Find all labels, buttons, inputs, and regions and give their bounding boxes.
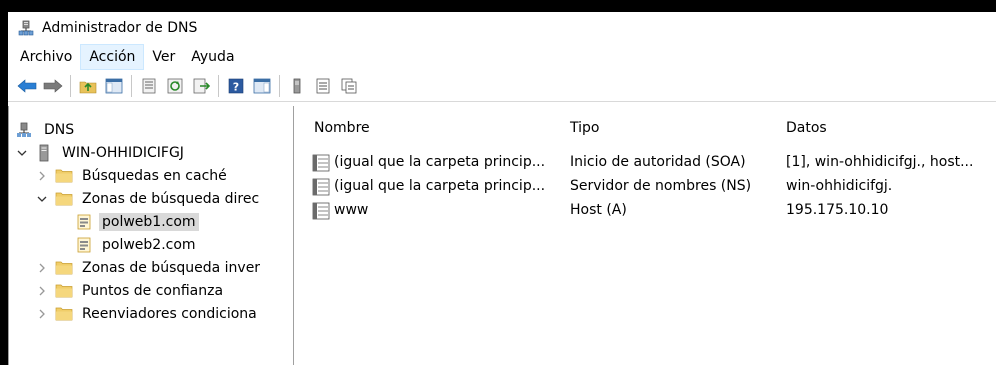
tree-item-server[interactable]: WIN-OHHIDICIFGJ [9, 141, 293, 164]
tree-label: polweb2.com [102, 236, 196, 253]
properties-button[interactable] [138, 75, 160, 97]
window-title: Administrador de DNS [42, 20, 198, 36]
tree-item-trust-points[interactable]: Puntos de confianza [9, 279, 293, 302]
tree-label: DNS [44, 121, 75, 138]
table-row[interactable]: www Host (A) 195.175.10.10 [294, 200, 996, 222]
tree-label: Zonas de búsqueda inver [82, 259, 261, 276]
help-icon: ? [228, 78, 244, 93]
chevron-right-icon[interactable] [35, 307, 49, 321]
copy-records-button[interactable] [338, 75, 360, 97]
tree-label: Reenviadores condiciona [82, 305, 257, 322]
action-pane-icon [253, 78, 271, 93]
toolbar-separator [131, 74, 132, 97]
tree-label: Puntos de confianza [82, 282, 224, 299]
cell-nombre: (igual que la carpeta princip... [334, 178, 546, 194]
tree-item-forward-zones[interactable]: Zonas de búsqueda direc [9, 187, 293, 210]
dns-manager-window: Administrador de DNS Archivo Acción Ver … [8, 12, 996, 365]
chevron-down-icon[interactable] [35, 192, 49, 206]
tree-item-dns[interactable]: DNS [9, 118, 293, 141]
tree-item-polweb2[interactable]: polweb2.com [9, 233, 293, 256]
forward-button[interactable] [42, 75, 64, 97]
record-icon [312, 202, 330, 220]
menu-bar: Archivo Acción Ver Ayuda [8, 44, 996, 70]
toolbar-separator [279, 74, 280, 97]
chevron-right-icon[interactable] [35, 284, 49, 298]
list-header: Nombre Tipo Datos [294, 120, 996, 144]
tree-label: Búsquedas en caché [82, 167, 227, 184]
folder-icon [55, 167, 73, 185]
tree-item-polweb1[interactable]: polweb1.com [9, 210, 293, 233]
server-icon [293, 78, 301, 93]
back-button[interactable] [16, 75, 38, 97]
console-tree-icon [105, 78, 123, 93]
dns-icon [15, 121, 33, 139]
tree-item-conditional-forwarders[interactable]: Reenviadores condiciona [9, 302, 293, 325]
column-header-nombre[interactable]: Nombre [314, 120, 370, 136]
cell-datos: 195.175.10.10 [786, 202, 889, 218]
cell-tipo: Servidor de nombres (NS) [570, 178, 752, 194]
cell-nombre: www [334, 202, 369, 218]
folder-up-icon [79, 81, 97, 93]
cell-nombre: (igual que la carpeta princip... [334, 154, 546, 170]
folder-icon [55, 282, 73, 300]
chevron-right-icon[interactable] [35, 169, 49, 183]
table-row[interactable]: (igual que la carpeta princip... Inicio … [294, 152, 996, 174]
record-icon [312, 178, 330, 196]
folder-icon [55, 259, 73, 277]
toolbar-separator [70, 74, 71, 97]
tree-label: polweb1.com [99, 212, 199, 231]
menu-ver[interactable]: Ver [144, 44, 183, 70]
title-bar: Administrador de DNS [8, 12, 996, 44]
toolbar: ? [8, 70, 996, 102]
tree-label: WIN-OHHIDICIFGJ [62, 144, 184, 161]
menu-accion[interactable]: Acción [80, 44, 145, 70]
main-content: DNS WIN-OHHIDICIFGJ Búsquedas en caché Z… [8, 106, 996, 365]
record-icon [312, 154, 330, 172]
toolbar-separator [218, 74, 219, 97]
table-row[interactable]: (igual que la carpeta princip... Servido… [294, 176, 996, 198]
action-pane-button[interactable] [251, 75, 273, 97]
cell-datos: [1], win-ohhidicifgj., host... [786, 154, 974, 170]
cell-tipo: Inicio de autoridad (SOA) [570, 154, 746, 170]
records-list: Nombre Tipo Datos (igual que la carpeta … [294, 106, 996, 365]
folder-icon [55, 305, 73, 323]
dns-server-icon [18, 20, 34, 36]
folder-icon [55, 190, 73, 208]
column-header-tipo[interactable]: Tipo [570, 120, 599, 136]
menu-archivo[interactable]: Archivo [12, 44, 80, 70]
refresh-button[interactable] [164, 75, 186, 97]
server-button[interactable] [286, 75, 308, 97]
refresh-icon [167, 78, 183, 93]
zone-icon [75, 236, 93, 254]
record-list-button[interactable] [312, 75, 334, 97]
svg-text:?: ? [233, 80, 239, 93]
copy-icon [341, 78, 357, 93]
tree-item-reverse-zones[interactable]: Zonas de búsqueda inver [9, 256, 293, 279]
record-list-icon [316, 78, 330, 93]
show-console-tree-button[interactable] [103, 75, 125, 97]
export-icon [193, 78, 210, 93]
arrow-left-icon [17, 78, 37, 93]
cell-datos: win-ohhidicifgj. [786, 178, 893, 194]
chevron-right-icon[interactable] [35, 261, 49, 275]
tree-label: Zonas de búsqueda direc [82, 190, 260, 207]
zone-icon [75, 213, 93, 231]
export-list-button[interactable] [190, 75, 212, 97]
cell-tipo: Host (A) [570, 202, 627, 218]
column-header-datos[interactable]: Datos [786, 120, 827, 136]
console-tree: DNS WIN-OHHIDICIFGJ Búsquedas en caché Z… [8, 106, 294, 365]
arrow-right-icon [43, 78, 63, 93]
properties-icon [142, 78, 156, 93]
menu-ayuda[interactable]: Ayuda [183, 44, 242, 70]
help-button[interactable]: ? [225, 75, 247, 97]
tree-item-cached-lookups[interactable]: Búsquedas en caché [9, 164, 293, 187]
server-icon [35, 144, 53, 162]
chevron-down-icon[interactable] [15, 146, 29, 160]
up-folder-button[interactable] [77, 75, 99, 97]
